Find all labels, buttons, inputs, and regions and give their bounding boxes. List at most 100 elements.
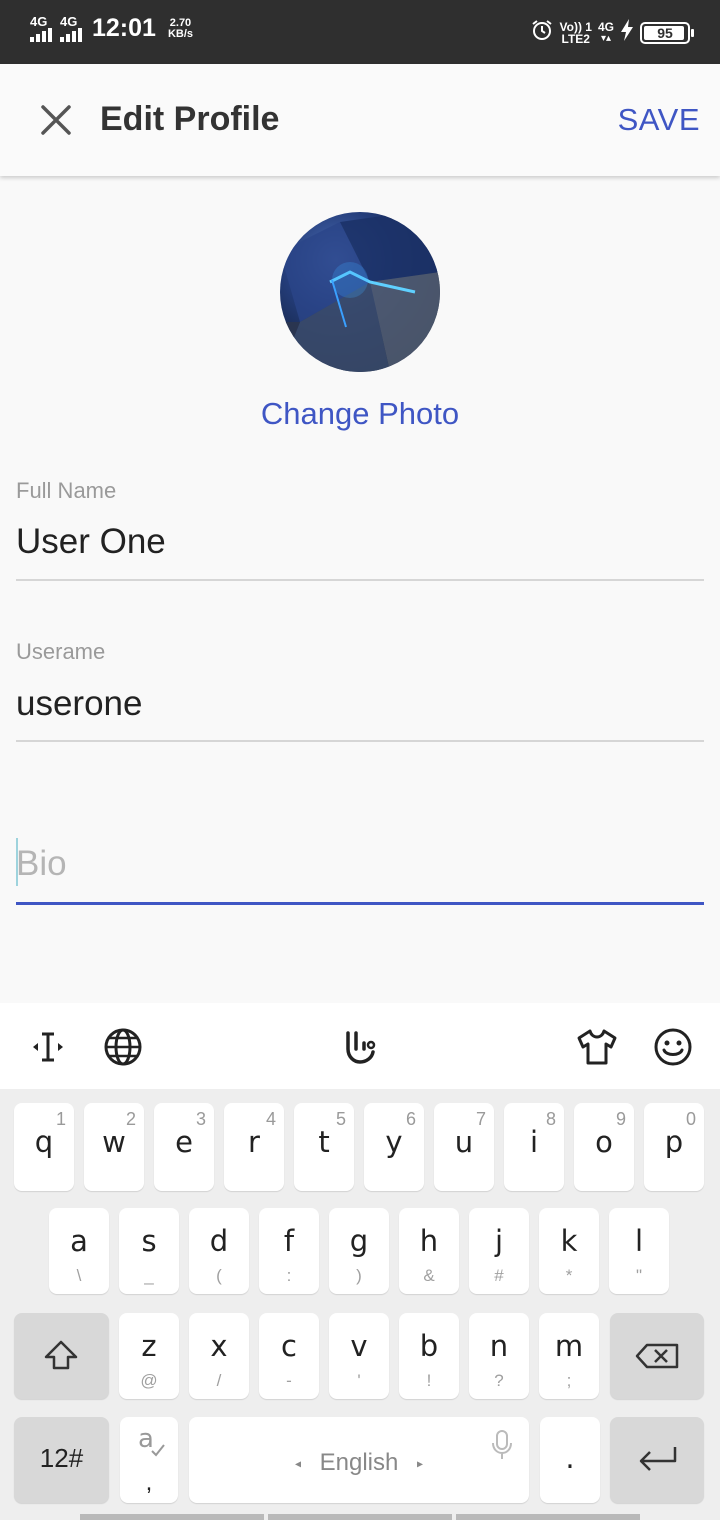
charging-icon: [620, 19, 634, 46]
key-symbol-hint: ;: [566, 1371, 572, 1390]
key-w[interactable]: w2: [84, 1103, 144, 1191]
key-label: f: [283, 1224, 295, 1258]
close-icon: [41, 105, 71, 135]
key-label: j: [494, 1224, 504, 1258]
key-h[interactable]: h &: [399, 1208, 459, 1294]
shift-key[interactable]: [14, 1313, 109, 1399]
key-d[interactable]: d(: [189, 1208, 249, 1294]
globe-icon[interactable]: [101, 1025, 145, 1069]
key-label: g: [349, 1224, 369, 1258]
key-label: c: [281, 1329, 297, 1363]
space-key[interactable]: ◂ English ▸: [189, 1417, 529, 1503]
key-label: k: [560, 1224, 578, 1258]
comma-label: ,: [145, 1469, 153, 1496]
key-q[interactable]: q1: [14, 1103, 74, 1191]
key-label: e: [175, 1125, 193, 1159]
key-label: h: [419, 1224, 439, 1258]
change-photo-link[interactable]: Change Photo: [0, 396, 720, 432]
key-r[interactable]: r4: [224, 1103, 284, 1191]
sim1-signal: 4G: [30, 13, 52, 42]
speed-value: 2.70: [169, 16, 192, 29]
key-symbol-hint: :: [286, 1266, 292, 1285]
enter-key[interactable]: [610, 1417, 704, 1503]
key-o[interactable]: o9: [574, 1103, 634, 1191]
numbers-key[interactable]: 12#: [14, 1417, 109, 1503]
key-number-hint: 7: [475, 1109, 486, 1129]
key-v[interactable]: v ': [329, 1313, 389, 1399]
key-symbol-hint: -: [286, 1371, 292, 1390]
key-c[interactable]: c-: [259, 1313, 319, 1399]
key-j[interactable]: j #: [469, 1208, 529, 1294]
key-i[interactable]: i8: [504, 1103, 564, 1191]
backspace-key[interactable]: [610, 1313, 704, 1399]
key-label: b: [419, 1329, 439, 1363]
key-label: d: [209, 1224, 229, 1258]
key-label: q: [34, 1125, 54, 1159]
key-g[interactable]: g): [329, 1208, 389, 1294]
key-number-hint: 6: [405, 1109, 416, 1129]
key-label: x: [210, 1329, 228, 1363]
username-field[interactable]: userone: [16, 684, 142, 724]
key-x[interactable]: x /: [189, 1313, 249, 1399]
period-key[interactable]: .: [540, 1417, 600, 1503]
network-speed: 2.70 KB/s: [168, 16, 193, 40]
gesture-bar: [80, 1514, 640, 1520]
volte-indicator: Vo)) 1 LTE2: [560, 21, 592, 45]
close-button[interactable]: [30, 92, 82, 148]
key-s[interactable]: s _: [119, 1208, 179, 1294]
theme-icon[interactable]: [575, 1025, 619, 1069]
key-symbol-hint: &: [423, 1266, 435, 1285]
bio-field[interactable]: Bio: [16, 844, 67, 884]
key-symbol-hint: ?: [494, 1371, 504, 1390]
key-label: n: [489, 1329, 509, 1363]
data-indicator: 4G ▾▴: [597, 19, 614, 44]
status-bar: 4G 4G 12:01 2.70 KB/s Vo)) 1 LTE2 4G ▾▴: [0, 0, 720, 64]
key-label: t: [318, 1125, 330, 1159]
net-label: 4G: [597, 19, 614, 34]
key-u[interactable]: u7: [434, 1103, 494, 1191]
keyboard-toolbar: [0, 1003, 720, 1089]
key-symbol-hint: \: [76, 1266, 82, 1285]
profile-photo-image: [280, 212, 440, 372]
save-button[interactable]: SAVE: [618, 102, 700, 138]
key-e[interactable]: e3: [154, 1103, 214, 1191]
key-number-hint: 0: [685, 1109, 696, 1129]
sim1-label: 4G: [30, 13, 48, 29]
cursor-icon[interactable]: [26, 1025, 70, 1069]
key-t[interactable]: t5: [294, 1103, 354, 1191]
svg-text:a: a: [138, 1425, 154, 1454]
key-p[interactable]: p0: [644, 1103, 704, 1191]
key-symbol-hint: /: [216, 1371, 222, 1390]
key-symbol-hint: ): [356, 1266, 362, 1285]
key-number-hint: 2: [125, 1109, 136, 1129]
comma-key[interactable]: a ,: [120, 1417, 178, 1503]
key-m[interactable]: m;: [539, 1313, 599, 1399]
username-underline: [16, 740, 704, 742]
mic-icon: [492, 1430, 512, 1459]
key-f[interactable]: f:: [259, 1208, 319, 1294]
key-label: w: [102, 1125, 126, 1159]
key-label: y: [385, 1125, 403, 1159]
key-a[interactable]: a \: [49, 1208, 109, 1294]
full-name-underline: [16, 579, 704, 581]
shift-icon: [44, 1340, 78, 1370]
key-symbol-hint: !: [426, 1371, 432, 1390]
key-k[interactable]: k *: [539, 1208, 599, 1294]
battery-icon: 95: [640, 21, 694, 44]
key-label: i: [529, 1125, 539, 1159]
key-z[interactable]: z @: [119, 1313, 179, 1399]
full-name-field[interactable]: User One: [16, 522, 166, 562]
touchpal-icon[interactable]: [338, 1025, 382, 1069]
username-label: Userame: [16, 639, 106, 664]
key-n[interactable]: n?: [469, 1313, 529, 1399]
key-y[interactable]: y6: [364, 1103, 424, 1191]
key-b[interactable]: b!: [399, 1313, 459, 1399]
profile-photo[interactable]: [280, 212, 440, 372]
emoji-icon[interactable]: [651, 1025, 695, 1069]
key-symbol-hint: ': [357, 1371, 361, 1390]
key-l[interactable]: l ": [609, 1208, 669, 1294]
page-title: Edit Profile: [100, 100, 280, 138]
key-number-hint: 1: [55, 1109, 66, 1129]
key-label: o: [595, 1125, 613, 1159]
key-label: z: [141, 1329, 157, 1363]
